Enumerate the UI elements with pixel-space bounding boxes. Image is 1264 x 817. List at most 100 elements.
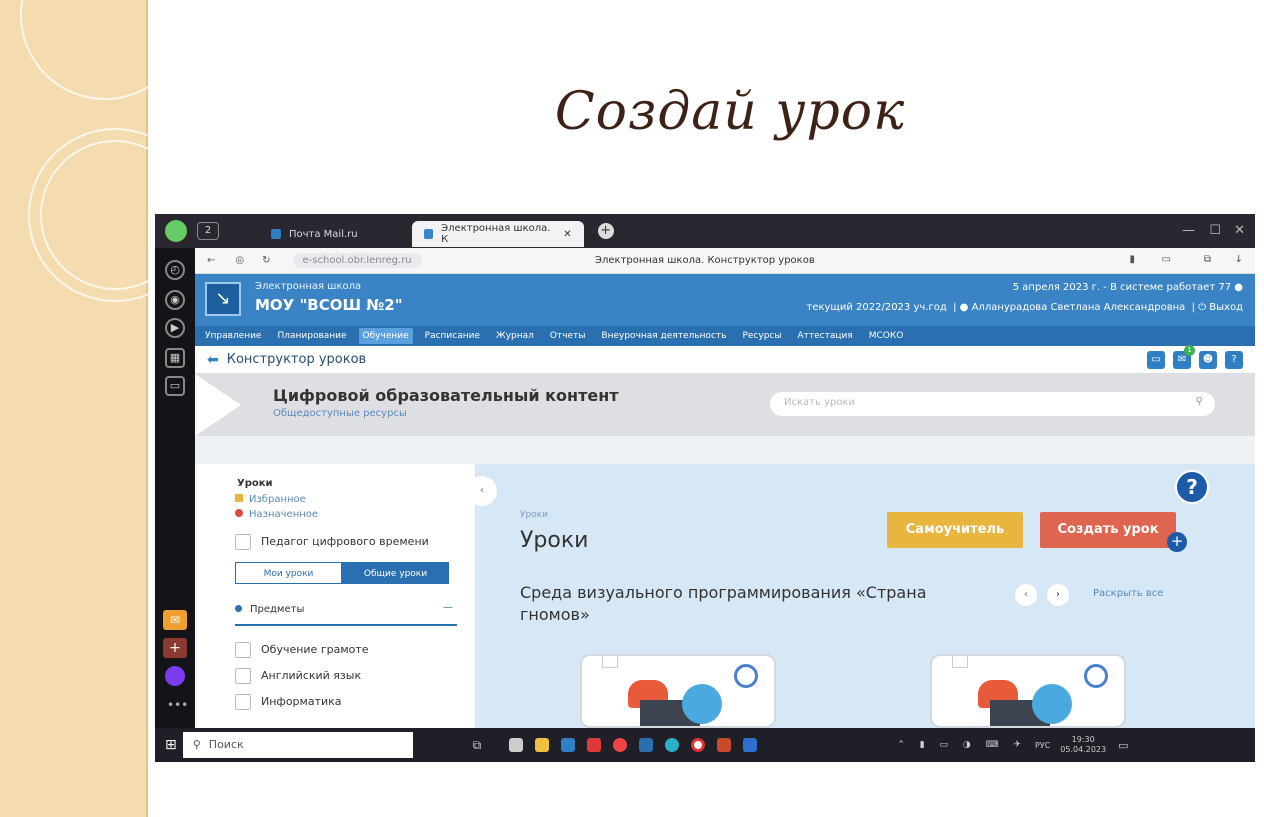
yandex-browser-icon[interactable] [691, 738, 706, 752]
new-tab-icon[interactable]: + [597, 223, 614, 239]
user-name[interactable]: Алланурадова Светлана Александровна [972, 302, 1186, 313]
checkbox[interactable] [235, 694, 251, 710]
user-info: текущий 2022/2023 уч.год | ● Алланурадов… [806, 302, 1243, 313]
close-tab-icon[interactable]: ✕ [563, 229, 571, 240]
menu-item-resources[interactable]: Ресурсы [738, 328, 785, 344]
menu-item-extracurricular[interactable]: Внеурочная деятельность [597, 328, 730, 344]
menu-item-attestation[interactable]: Аттестация [793, 328, 856, 344]
lesson-search-input[interactable]: Искать уроки ⚲ [770, 392, 1215, 416]
app-icon[interactable] [561, 738, 576, 752]
prev-icon[interactable]: ‹ [1015, 584, 1037, 606]
screen-icon[interactable]: ▭ [165, 376, 185, 396]
powerpoint-icon[interactable] [717, 738, 732, 752]
subject-item[interactable]: Информатика [235, 694, 342, 710]
tray-icons[interactable]: ⌃ ▮ ▭ ◑ ⌨ ✈ [897, 740, 1027, 750]
tab-counter-icon[interactable]: 2 [197, 222, 219, 240]
app-icon[interactable] [613, 738, 628, 752]
apps-icon[interactable]: ▦ [165, 348, 185, 368]
app-icon[interactable] [587, 738, 602, 752]
page-title: Электронная школа. Конструктор уроков [595, 255, 815, 266]
tab-my-lessons[interactable]: Мои уроки [235, 562, 342, 584]
tab-common-lessons[interactable]: Общие уроки [342, 562, 449, 584]
chat-icon[interactable]: ▭ [1147, 351, 1165, 369]
edge-icon[interactable] [665, 738, 680, 752]
bookmark-tab-icon [602, 656, 618, 668]
tab-label: Почта Mail.ru [289, 228, 358, 240]
windows-start-icon[interactable]: ⊞ [165, 737, 177, 753]
download-icon[interactable]: ↓ [1235, 254, 1243, 265]
mail-app-icon[interactable]: ✉ [163, 610, 187, 630]
main-crumb: Уроки [520, 510, 548, 520]
address-bar: ← ◎ ↻ e-school.obr.lenreg.ru Электронная… [195, 248, 1255, 274]
extensions-icon[interactable]: ⧉ [1204, 254, 1211, 265]
checkbox[interactable] [235, 642, 251, 658]
menu-item-msoko[interactable]: МСОКО [865, 328, 908, 344]
play-icon[interactable]: ▶ [165, 318, 185, 338]
next-icon[interactable]: › [1047, 584, 1069, 606]
school-header: ↘ Электронная школа МОУ "ВСОШ №2" 5 апре… [195, 274, 1255, 326]
expand-all-link[interactable]: Раскрыть все [1093, 588, 1163, 599]
school-logo-icon[interactable]: ↘ [205, 282, 241, 316]
notification-center-icon[interactable]: ▭ [1118, 739, 1128, 752]
menu-item-journal[interactable]: Журнал [492, 328, 538, 344]
sidebar-toggle-icon[interactable]: ‹ [475, 476, 497, 506]
tab-mail[interactable]: Почта Mail.ru [259, 221, 370, 247]
close-window-icon[interactable]: ✕ [1234, 223, 1245, 238]
checkbox[interactable] [235, 668, 251, 684]
back-icon[interactable]: ← [207, 255, 215, 266]
browser-profile-icon[interactable] [165, 220, 187, 242]
clock-icon[interactable]: ◴ [165, 260, 185, 280]
add-icon[interactable]: + [1167, 532, 1187, 552]
digital-teacher-checkbox[interactable]: Педагог цифрового времени [235, 534, 429, 550]
checkbox[interactable] [235, 534, 251, 550]
menu-item-education[interactable]: Обучение [358, 328, 413, 344]
banner-subheading[interactable]: Общедоступные ресурсы [273, 408, 407, 419]
school-year[interactable]: текущий 2022/2023 уч.год [806, 302, 946, 313]
folder-icon[interactable] [535, 738, 550, 752]
wave-illustration-icon [1032, 684, 1072, 724]
language-indicator[interactable]: РУС [1035, 741, 1050, 750]
help-circle-icon[interactable]: ? [1175, 470, 1209, 504]
bookmark-icon[interactable]: ▮ [1129, 254, 1135, 265]
collapse-icon[interactable]: — [443, 602, 453, 613]
menu-item-management[interactable]: Управление [201, 328, 265, 344]
app-icon[interactable] [509, 738, 524, 752]
mail-app-icon[interactable] [639, 738, 654, 752]
add-panel-icon[interactable]: + [163, 638, 187, 658]
word-icon[interactable] [743, 738, 758, 752]
tab-eschool[interactable]: Электронная школа. К ✕ [411, 221, 584, 247]
minimize-icon[interactable]: — [1182, 223, 1195, 238]
alice-icon[interactable] [165, 666, 185, 686]
messenger-icon[interactable]: ◉ [165, 290, 185, 310]
logout-link[interactable]: Выход [1209, 302, 1243, 313]
subject-item[interactable]: Обучение грамоте [235, 642, 369, 658]
users-group-icon[interactable]: ☻ [1199, 351, 1217, 369]
star-icon [235, 494, 243, 502]
browser-side-panel: ◴ ◉ ▶ ▦ ▭ ✉ + ••• [155, 248, 195, 728]
reader-icon[interactable]: ▭ [1162, 254, 1171, 265]
sidebar-item-assigned[interactable]: Назначенное [235, 509, 318, 520]
url-field[interactable]: e-school.obr.lenreg.ru [292, 253, 422, 268]
menu-item-reports[interactable]: Отчеты [546, 328, 590, 344]
lesson-card[interactable] [930, 654, 1126, 728]
sidebar-item-favorites[interactable]: Избранное [235, 494, 306, 505]
lesson-card[interactable] [580, 654, 776, 728]
menu-item-schedule[interactable]: Расписание [421, 328, 484, 344]
notifications-icon[interactable]: ✉ 1 [1173, 345, 1195, 369]
back-arrow-icon[interactable]: ⬅ [207, 352, 219, 368]
alert-icon [235, 509, 243, 517]
users-icon: ● [1234, 282, 1243, 293]
tutorial-button[interactable]: Самоучитель [887, 512, 1023, 548]
help-icon[interactable]: ? [1225, 351, 1243, 369]
menu-item-planning[interactable]: Планирование [273, 328, 350, 344]
subject-item[interactable]: Английский язык [235, 668, 361, 684]
more-icon[interactable]: ••• [167, 698, 188, 712]
subjects-header[interactable]: Предметы — [235, 602, 457, 626]
maximize-icon[interactable]: ☐ [1209, 223, 1221, 238]
taskbar-search-input[interactable]: ⚲ Поиск [182, 732, 413, 758]
create-lesson-button[interactable]: Создать урок [1040, 512, 1176, 548]
clock[interactable]: 19:30 05.04.2023 [1060, 735, 1106, 755]
task-view-icon[interactable]: ⧉ [473, 738, 482, 753]
protect-icon[interactable]: ◎ [235, 255, 244, 266]
reload-icon[interactable]: ↻ [262, 255, 270, 266]
